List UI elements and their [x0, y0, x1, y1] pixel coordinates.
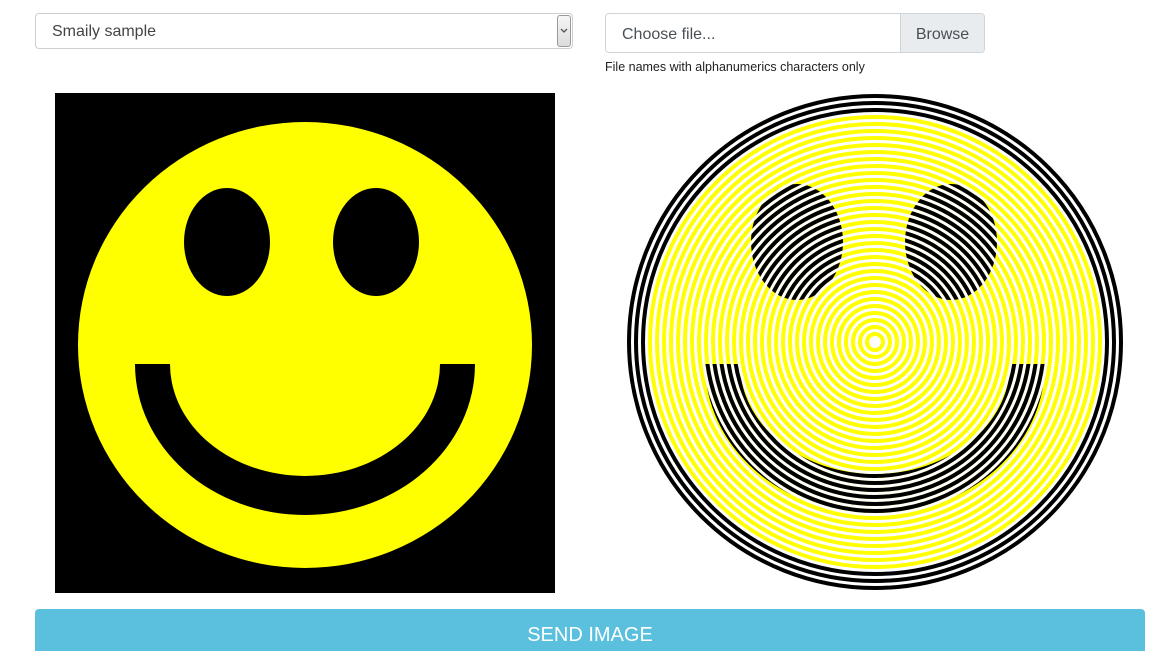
sample-select[interactable]: Smaily sample	[35, 13, 573, 49]
send-image-button[interactable]: SEND IMAGE	[35, 609, 1145, 651]
file-name-hint: File names with alphanumerics characters…	[605, 60, 865, 74]
sample-select-value: Smaily sample	[52, 23, 157, 40]
file-input-placeholder: Choose file...	[622, 26, 716, 43]
file-input[interactable]: Choose file... Browse	[605, 13, 985, 53]
page: Smaily sample Choose file... Browse File…	[0, 0, 1163, 651]
spiral-smiley-image	[625, 92, 1125, 592]
original-smiley-image	[55, 93, 555, 593]
chevron-down-icon[interactable]	[557, 15, 571, 47]
browse-button[interactable]: Browse	[900, 14, 984, 52]
